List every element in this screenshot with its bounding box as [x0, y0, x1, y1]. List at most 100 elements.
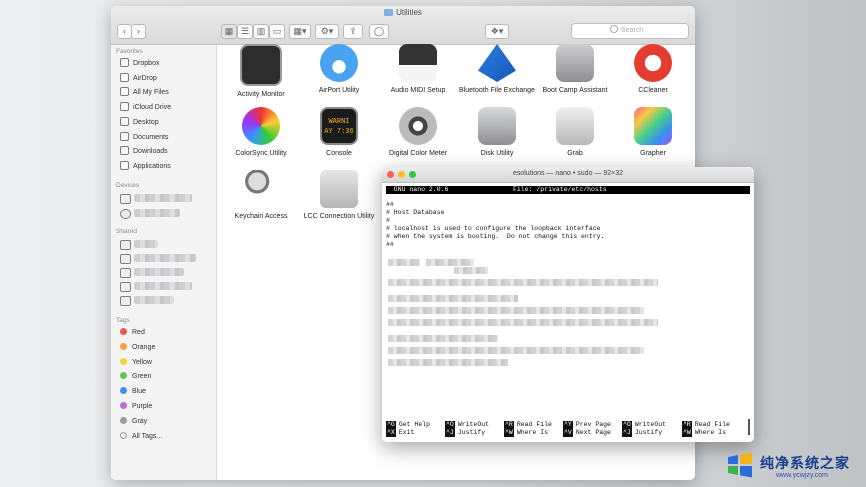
tag-all-tags[interactable]: All Tags...	[120, 431, 162, 443]
column-view-button[interactable]: ▥	[253, 24, 269, 39]
shared-item-redacted[interactable]	[134, 296, 174, 304]
shortcut-label: Justify	[457, 429, 486, 436]
app-colorsync-utility[interactable]: ColorSync Utility	[223, 107, 299, 159]
app-grapher[interactable]: Grapher	[615, 107, 691, 159]
app-console[interactable]: WARNI AY 7:36 Console	[301, 107, 377, 159]
shared-computer-icon	[120, 282, 131, 292]
nano-shortcut: ^R Read File	[504, 421, 552, 429]
tag-color-dot	[120, 357, 127, 365]
redacted-line	[454, 267, 488, 274]
sidebar-item-dropbox[interactable]: Dropbox	[120, 58, 159, 70]
airdrop-icon	[120, 72, 129, 82]
app-bluetooth-file-exchange[interactable]: Bluetooth File Exchange	[459, 44, 535, 96]
shortcut-key: ^R	[682, 421, 692, 429]
shortcut-key: ^G	[386, 421, 396, 429]
watermark-url: www.ycwjzy.com	[776, 472, 828, 479]
console-icon: WARNI AY 7:36	[320, 107, 358, 145]
scroll-indicator[interactable]	[748, 419, 750, 435]
desktop-icon	[120, 116, 129, 126]
dropbox-toolbar-button[interactable]: ❖▾	[485, 24, 509, 39]
app-ccleaner[interactable]: CCleaner	[615, 44, 691, 96]
shortcut-label: Get Help	[398, 421, 431, 428]
dropbox-icon	[120, 58, 129, 67]
app-lcc-connection-utility[interactable]: LCC Connection Utility	[301, 170, 377, 222]
shortcut-label: Prev Page	[575, 421, 611, 428]
device-icon	[120, 194, 131, 204]
sidebar-item-applications[interactable]: Applications	[120, 160, 171, 173]
hosts-line: ##	[386, 241, 394, 248]
applications-icon	[120, 160, 129, 170]
share-button[interactable]: ⇪	[343, 24, 363, 39]
sidebar-item-icloud-drive[interactable]: iCloud Drive	[120, 102, 171, 114]
shared-computer-icon	[120, 268, 131, 278]
forward-button[interactable]: ›	[131, 24, 146, 39]
tag-icon: ◯	[373, 26, 385, 36]
icon-view-button[interactable]: ▦	[221, 24, 237, 39]
tag-color-dot	[120, 431, 127, 439]
tag-color-dot	[120, 328, 127, 335]
terminal-window: esolutions — nano • sudo — 92×32 GNU nan…	[382, 167, 754, 442]
audio-midi-icon	[399, 44, 437, 82]
shared-item-redacted[interactable]	[134, 240, 158, 248]
search-input[interactable]: Search	[571, 23, 689, 39]
sidebar-item-all-my-files[interactable]: All My Files	[120, 87, 169, 99]
nano-header: GNU nano 2.0.6 File: /private/etc/hosts	[386, 186, 750, 194]
nano-shortcut: ^W Where Is	[682, 429, 726, 437]
hosts-line: # localhost is used to configure the loo…	[386, 225, 601, 232]
nano-shortcut: ^J Justify	[622, 429, 662, 437]
sidebar-item-airdrop[interactable]: AirDrop	[120, 72, 157, 85]
nano-shortcut: ^Y Prev Page	[563, 421, 611, 429]
device-item-redacted[interactable]	[134, 194, 192, 202]
sidebar-item-documents[interactable]: Documents	[120, 131, 168, 144]
tag-purple[interactable]: Purple	[120, 401, 152, 413]
arrange-button[interactable]: ▦▾	[289, 24, 311, 39]
devices-heading: Devices	[116, 182, 140, 189]
tag-green[interactable]: Green	[120, 371, 151, 383]
app-airport-utility[interactable]: AirPort Utility	[301, 44, 377, 96]
tag-blue[interactable]: Blue	[120, 386, 146, 398]
sidebar-item-downloads[interactable]: Downloads	[120, 146, 168, 158]
shortcut-key: ^W	[504, 429, 514, 437]
shared-item-redacted[interactable]	[134, 254, 196, 262]
tag-gray[interactable]: Gray	[120, 416, 147, 428]
shared-item-redacted[interactable]	[134, 268, 184, 276]
sidebar-item-desktop[interactable]: Desktop	[120, 116, 159, 129]
app-disk-utility[interactable]: Disk Utility	[459, 107, 535, 159]
redacted-line	[388, 319, 658, 326]
tags-button[interactable]: ◯	[369, 24, 389, 39]
shared-item-redacted[interactable]	[134, 282, 192, 290]
app-grab[interactable]: Grab	[537, 107, 613, 159]
bluetooth-icon	[478, 44, 516, 82]
shortcut-label: Next Page	[575, 429, 611, 436]
tag-yellow[interactable]: Yellow	[120, 357, 152, 369]
shortcut-label: Exit	[398, 429, 415, 436]
tag-color-dot	[120, 387, 127, 395]
shortcut-label: WriteOut	[634, 421, 667, 428]
terminal-titlebar: esolutions — nano • sudo — 92×32	[382, 167, 754, 183]
nano-shortcut: ^W Where Is	[504, 429, 548, 437]
share-icon: ⇪	[349, 26, 357, 36]
app-audio-midi-setup[interactable]: Audio MIDI Setup	[380, 44, 456, 96]
list-view-button[interactable]: ☰	[237, 24, 253, 39]
nano-shortcut: ^V Next Page	[563, 429, 611, 437]
tag-red[interactable]: Red	[120, 327, 145, 339]
app-boot-camp-assistant[interactable]: Boot Camp Assistant	[537, 44, 613, 96]
back-button[interactable]: ‹	[117, 24, 132, 39]
action-gear-button[interactable]: ⚙▾	[315, 24, 339, 39]
redacted-line	[388, 347, 644, 354]
device-item-redacted[interactable]	[134, 209, 180, 217]
terminal-title: esolutions — nano • sudo — 92×32	[512, 170, 624, 177]
all-files-icon	[120, 87, 129, 97]
tag-orange[interactable]: Orange	[120, 342, 155, 354]
airport-utility-icon	[320, 44, 358, 82]
app-activity-monitor[interactable]: Activity Monitor	[223, 44, 299, 100]
app-digital-color-meter[interactable]: Digital Color Meter	[380, 107, 456, 159]
icloud-icon	[120, 102, 129, 112]
downloads-icon	[120, 146, 129, 156]
coverflow-view-button[interactable]: ▭	[269, 24, 285, 39]
hosts-line: # when the system is booting. Do not cha…	[386, 233, 605, 240]
tag-color-dot	[120, 342, 127, 350]
app-keychain-access[interactable]: Keychain Access	[223, 170, 299, 222]
nano-shortcut: ^G Get Help	[386, 421, 430, 429]
shared-computer-icon	[120, 296, 131, 306]
